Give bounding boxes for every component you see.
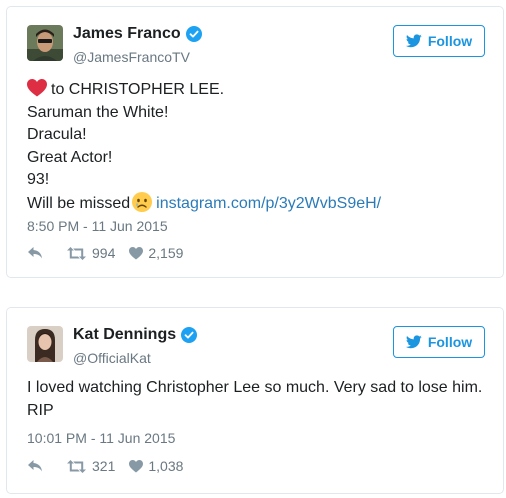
retweet-count: 994 [92, 245, 116, 261]
sad-face-emoji-icon [132, 191, 153, 212]
timestamp[interactable]: 8:50 PM - 11 Jun 2015 [27, 218, 168, 234]
tweet-line: 93! [27, 171, 50, 188]
reply-button[interactable] [27, 459, 67, 473]
follow-label: Follow [427, 33, 473, 49]
reply-icon [28, 247, 42, 259]
author-row: Kat Dennings [73, 326, 198, 344]
follow-button[interactable]: Follow [393, 25, 485, 57]
like-count: 2,159 [148, 245, 184, 261]
tweet-actions: 321 1,038 [27, 458, 183, 474]
tweet-line: Saruman the White! [27, 103, 169, 121]
like-count: 1,038 [148, 458, 184, 474]
tweet-line: to CHRISTOPHER LEE. [27, 79, 485, 102]
twitter-bird-icon [405, 335, 422, 349]
instagram-link[interactable]: instagram.com/p/3y2WvbS9eH/ [156, 195, 381, 212]
tweet-line: I loved watching Christopher Lee so much… [27, 379, 483, 396]
retweet-icon [67, 459, 86, 473]
heart-icon [129, 246, 144, 259]
tweet-text: to CHRISTOPHER LEE. Saruman the White! D… [27, 79, 485, 215]
tweet-line: Will be missed instagram.com/p/3y2WvbS9eH… [27, 191, 485, 216]
twitter-bird-icon [405, 34, 422, 48]
follow-button[interactable]: Follow [393, 326, 485, 358]
tweet-text: I loved watching Christopher Lee so much… [27, 377, 485, 422]
tweet-line: Dracula! [27, 126, 87, 143]
heart-icon [129, 459, 144, 472]
avatar[interactable] [27, 326, 63, 362]
verified-badge-icon [185, 26, 202, 42]
author-name[interactable]: James Franco [73, 25, 181, 43]
like-button[interactable]: 1,038 [129, 458, 183, 474]
like-button[interactable]: 2,159 [129, 245, 183, 261]
follow-label: Follow [427, 334, 473, 350]
tweet-card-james-franco: James Franco @JamesFrancoTV Follow to CH… [6, 6, 504, 278]
retweet-count: 321 [92, 458, 116, 474]
red-heart-emoji-icon [27, 79, 47, 97]
author-row: James Franco [73, 25, 202, 43]
retweet-button[interactable]: 994 [67, 245, 129, 261]
timestamp[interactable]: 10:01 PM - 11 Jun 2015 [27, 430, 175, 446]
retweet-icon [67, 246, 86, 260]
tweet-line: Great Actor! [27, 148, 113, 166]
reply-icon [28, 460, 42, 472]
tweet-line: RIP [27, 401, 54, 419]
avatar[interactable] [27, 25, 63, 61]
author-handle[interactable]: @JamesFrancoTV [73, 49, 190, 65]
tweet-actions: 994 2,159 [27, 245, 183, 261]
author-name[interactable]: Kat Dennings [73, 326, 176, 344]
tweet-card-kat-dennings: Kat Dennings @OfficialKat Follow I loved… [6, 307, 504, 494]
verified-badge-icon [181, 327, 198, 343]
author-handle[interactable]: @OfficialKat [73, 350, 151, 366]
reply-button[interactable] [27, 246, 67, 260]
retweet-button[interactable]: 321 [67, 458, 129, 474]
